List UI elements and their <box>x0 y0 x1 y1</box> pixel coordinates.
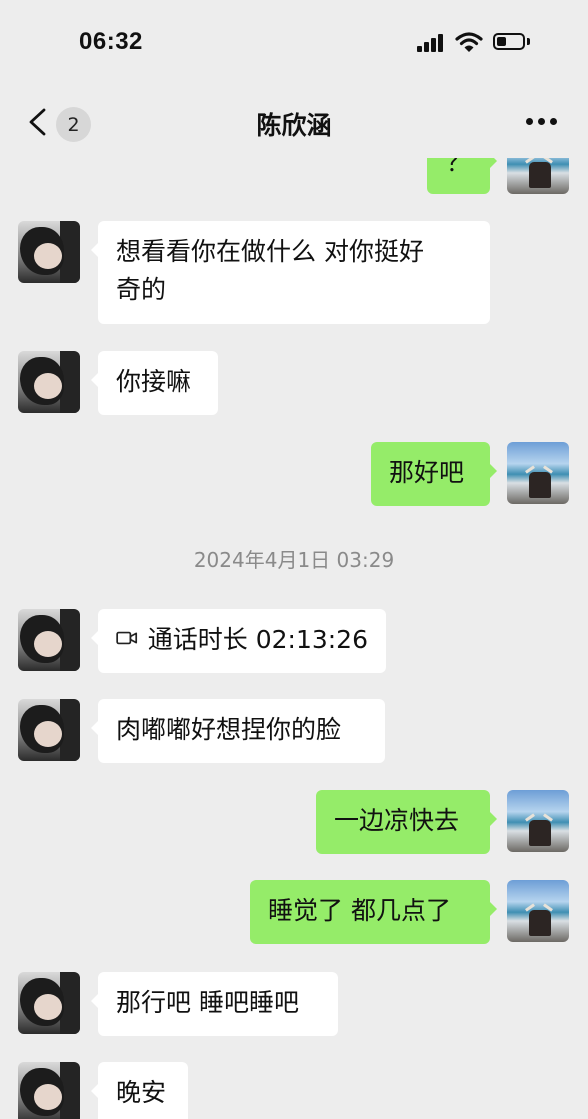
message-bubble-incoming[interactable]: 想看看你在做什么 对你挺好 奇的 <box>91 221 490 324</box>
message-text: 晚安 <box>116 1078 167 1107</box>
message-list[interactable]: ？ 想看看你在做什么 对你挺好 奇的 你接嘛 那好吧 2024年4月1日 03:… <box>0 158 588 1119</box>
chat-header: 2 陈欣涵 <box>0 86 588 158</box>
signal-icon <box>417 34 445 52</box>
message-bubble-incoming[interactable]: 那行吧 睡吧睡吧 <box>91 972 338 1036</box>
message-bubble-incoming[interactable]: 你接嘛 <box>91 351 218 415</box>
message-bubble-outgoing[interactable]: 睡觉了 都几点了 <box>250 880 497 944</box>
call-duration-text: 通话时长 02:13:26 <box>147 625 368 654</box>
message-text: 那好吧 <box>389 458 465 487</box>
contact-avatar[interactable] <box>18 221 80 283</box>
contact-avatar[interactable] <box>18 351 80 413</box>
status-bar: 06:32 <box>0 0 588 86</box>
message-bubble-outgoing[interactable]: 那好吧 <box>371 442 497 506</box>
more-dots-icon[interactable] <box>524 116 560 128</box>
message-text: 你接嘛 <box>116 367 192 396</box>
my-avatar[interactable] <box>507 158 569 194</box>
message-bubble-incoming[interactable]: 晚安 <box>91 1062 188 1119</box>
message-text: 睡觉了 都几点了 <box>268 896 451 925</box>
video-call-record-bubble[interactable]: 通话时长 02:13:26 <box>91 609 386 673</box>
wifi-icon <box>455 32 483 52</box>
message-bubble-incoming[interactable]: 肉嘟嘟好想捏你的脸 <box>91 699 385 763</box>
battery-cap <box>527 38 530 45</box>
message-text: 一边凉快去 <box>334 806 460 835</box>
message-text-line: 奇的 <box>116 275 167 304</box>
message-text: 那行吧 睡吧睡吧 <box>116 988 299 1017</box>
contact-avatar[interactable] <box>18 972 80 1034</box>
my-avatar[interactable] <box>507 442 569 504</box>
message-text: ？ <box>445 158 471 177</box>
battery-icon <box>493 33 525 50</box>
message-bubble-outgoing[interactable]: ？ <box>427 158 497 194</box>
message-text: 肉嘟嘟好想捏你的脸 <box>116 715 342 744</box>
contact-avatar[interactable] <box>18 609 80 671</box>
chat-title: 陈欣涵 <box>256 111 332 140</box>
status-time: 06:32 <box>79 28 143 55</box>
message-timestamp: 2024年4月1日 03:29 <box>193 548 395 572</box>
contact-avatar[interactable] <box>18 1062 80 1119</box>
message-bubble-outgoing[interactable]: 一边凉快去 <box>316 790 497 854</box>
video-call-icon <box>116 631 138 645</box>
contact-avatar[interactable] <box>18 699 80 761</box>
my-avatar[interactable] <box>507 880 569 942</box>
my-avatar[interactable] <box>507 790 569 852</box>
message-text-line: 想看看你在做什么 对你挺好 <box>116 237 424 266</box>
